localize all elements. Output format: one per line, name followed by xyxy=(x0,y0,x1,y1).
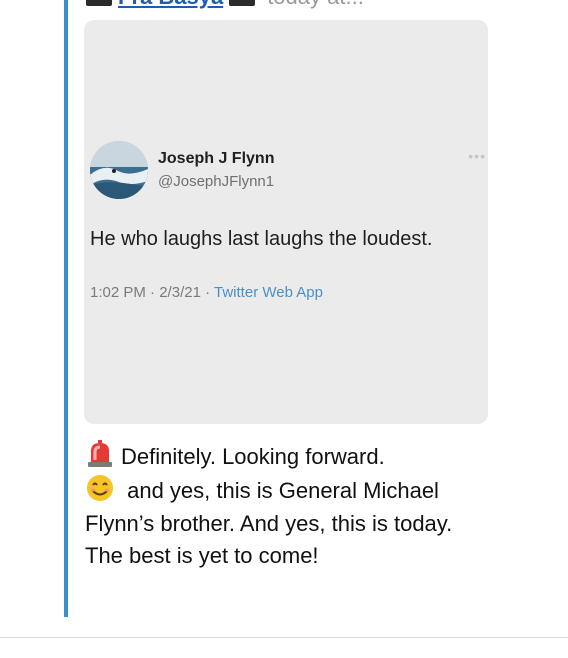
tweet-time: 1:02 PM xyxy=(90,284,146,301)
smiling-face-icon xyxy=(87,474,113,501)
quoted-tweet-card[interactable]: Joseph J Flynn @JosephJFlynn1 ••• He who… xyxy=(84,20,488,424)
comment-text: Definitely. Looking forward. and yes, th… xyxy=(85,440,485,573)
meta-separator: · xyxy=(205,284,211,301)
message-timestamp: today at... xyxy=(267,0,364,10)
more-dots-icon[interactable]: ••• xyxy=(468,148,486,164)
divider xyxy=(0,637,568,638)
avatar[interactable] xyxy=(90,141,148,199)
message-header: Fra Basya today at... xyxy=(86,0,364,10)
comment-line-1: Definitely. Looking forward. xyxy=(121,444,385,469)
flag-emoji-icon xyxy=(229,0,256,6)
thread-line xyxy=(64,0,68,617)
rotating-light-icon xyxy=(88,440,112,467)
tweet-text: He who laughs last laughs the loudest. xyxy=(90,228,433,250)
message-thread: Fra Basya today at... Joseph J Flynn @Jo… xyxy=(0,0,568,658)
comment-line-2: and yes, this is General xyxy=(121,477,358,503)
meta-separator: · xyxy=(150,284,156,301)
tweet-author-name[interactable]: Joseph J Flynn xyxy=(158,150,274,168)
tweet-author-handle[interactable]: @JosephJFlynn1 xyxy=(158,173,274,190)
tweet-source-link[interactable]: Twitter Web App xyxy=(214,284,323,301)
surf-photo-icon xyxy=(90,141,148,199)
flag-emoji-icon xyxy=(86,0,112,6)
tweet-meta: 1:02 PM · 2/3/21 · Twitter Web App xyxy=(90,284,323,301)
author-link[interactable]: Fra Basya xyxy=(118,0,223,10)
tweet-date: 2/3/21 xyxy=(159,284,201,301)
